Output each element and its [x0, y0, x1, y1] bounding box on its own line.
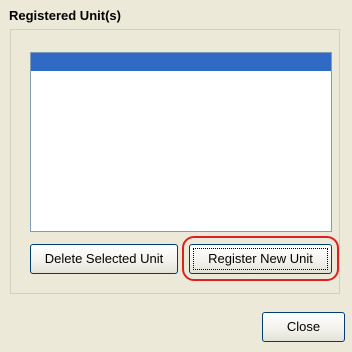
- register-new-unit-button[interactable]: Register New Unit: [189, 244, 332, 274]
- group-title: Registered Unit(s): [9, 8, 121, 23]
- list-item-selected[interactable]: [31, 53, 331, 71]
- close-button[interactable]: Close: [262, 312, 345, 342]
- register-new-unit-label: Register New Unit: [208, 251, 313, 266]
- registered-units-list[interactable]: [30, 52, 332, 232]
- delete-selected-unit-button[interactable]: Delete Selected Unit: [30, 244, 178, 274]
- registered-units-dialog: Registered Unit(s) Delete Selected Unit …: [0, 0, 352, 352]
